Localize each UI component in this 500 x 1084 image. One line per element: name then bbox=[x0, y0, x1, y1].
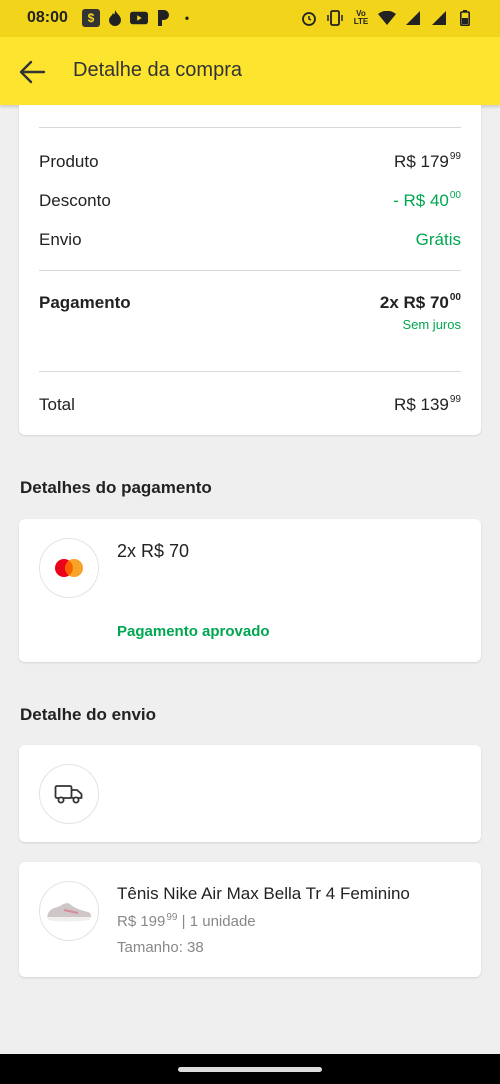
shipping-details-card bbox=[19, 745, 481, 842]
back-button[interactable] bbox=[16, 55, 50, 89]
vibrate-icon bbox=[326, 9, 344, 27]
payment-status: Pagamento aprovado bbox=[117, 623, 270, 640]
wifi-icon bbox=[378, 9, 396, 27]
page-title: Detalhe da compra bbox=[73, 59, 242, 81]
alarm-icon bbox=[300, 9, 318, 27]
status-app-icons: $ • bbox=[82, 9, 196, 27]
truck-icon bbox=[54, 785, 83, 804]
payment-note: Sem juros bbox=[402, 317, 461, 332]
system-navigation-bar bbox=[0, 1054, 500, 1084]
home-handle[interactable] bbox=[178, 1067, 322, 1072]
divider bbox=[39, 127, 461, 128]
payment-label: Pagamento bbox=[39, 293, 131, 312]
product-price-qty: R$ 19999 | 1 unidade bbox=[117, 912, 256, 930]
payment-amount: 2x R$ 70 bbox=[117, 541, 190, 561]
shipping-details-title: Detalhe do envio bbox=[20, 705, 157, 724]
shipping-value: Grátis bbox=[415, 230, 461, 249]
payment-value: 2x R$ 7000 bbox=[379, 292, 461, 312]
arrow-left-icon bbox=[19, 60, 46, 84]
signal-icon bbox=[430, 9, 448, 27]
product-name: Tênis Nike Air Max Bella Tr 4 Feminino bbox=[117, 884, 410, 903]
divider bbox=[39, 270, 461, 271]
product-value: R$ 17999 bbox=[394, 151, 461, 171]
shipping-row: Envio Grátis bbox=[39, 230, 461, 250]
purchase-summary-card: Produto R$ 17999 Desconto - R$ 4000 Envi… bbox=[19, 105, 481, 435]
shipping-avatar bbox=[39, 764, 99, 824]
product-price: R$ 199 bbox=[117, 913, 166, 930]
total-label: Total bbox=[39, 395, 75, 414]
discount-value: - R$ 4000 bbox=[393, 190, 461, 210]
battery-icon bbox=[456, 9, 474, 27]
app-header: Detalhe da compra bbox=[0, 37, 500, 105]
dot-icon: • bbox=[184, 11, 190, 25]
flame-icon bbox=[106, 9, 124, 27]
p-app-icon bbox=[154, 9, 172, 27]
product-label: Produto bbox=[39, 152, 99, 171]
discount-row: Desconto - R$ 4000 bbox=[39, 190, 461, 211]
product-row: Produto R$ 17999 bbox=[39, 151, 461, 172]
status-bar: 08:00 $ • Vo LTE bbox=[0, 0, 500, 37]
divider bbox=[39, 371, 461, 372]
payment-details-title: Detalhes do pagamento bbox=[20, 478, 212, 497]
product-thumbnail bbox=[39, 881, 99, 941]
payment-note-row: Sem juros bbox=[39, 317, 461, 332]
status-time: 08:00 bbox=[27, 9, 68, 26]
mastercard-icon bbox=[55, 559, 83, 577]
payment-row: Pagamento 2x R$ 7000 bbox=[39, 292, 461, 313]
card-brand-avatar bbox=[39, 538, 99, 598]
product-price-cents: 99 bbox=[166, 912, 178, 923]
product-size: Tamanho: 38 bbox=[117, 939, 204, 956]
dollar-app-icon: $ bbox=[82, 9, 100, 27]
payment-details-card: 2x R$ 70 Pagamento aprovado bbox=[19, 519, 481, 662]
total-value: R$ 13999 bbox=[394, 394, 461, 414]
total-row: Total R$ 13999 bbox=[39, 394, 461, 415]
discount-label: Desconto bbox=[39, 191, 111, 210]
shipping-label: Envio bbox=[39, 230, 82, 249]
product-card[interactable]: Tênis Nike Air Max Bella Tr 4 Feminino R… bbox=[19, 862, 481, 977]
status-right-icons: Vo LTE bbox=[300, 9, 474, 27]
volte-icon: Vo LTE bbox=[353, 9, 369, 26]
signal-icon bbox=[404, 9, 422, 27]
youtube-icon bbox=[130, 9, 148, 27]
product-quantity: | 1 unidade bbox=[181, 913, 256, 930]
sneaker-image bbox=[47, 903, 92, 922]
